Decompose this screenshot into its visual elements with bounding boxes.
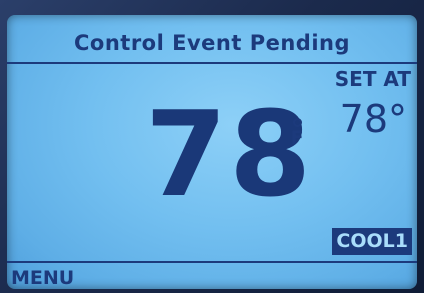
footer-divider bbox=[7, 261, 417, 263]
setpoint-label: SET AT bbox=[334, 67, 411, 91]
menu-softkey-label[interactable]: MENU bbox=[11, 267, 74, 289]
header-divider bbox=[7, 62, 417, 64]
temperature-unit-letter: F bbox=[290, 127, 304, 149]
current-temperature: 78 bbox=[145, 85, 314, 223]
status-title: Control Event Pending bbox=[74, 31, 350, 55]
temperature-unit: F bbox=[289, 118, 305, 148]
setpoint-value: 78° bbox=[339, 97, 407, 141]
mode-badge: COOL1 bbox=[332, 228, 412, 255]
thermostat-bezel: Control Event Pending SET AT 78° 78 F CO… bbox=[0, 0, 424, 293]
degree-symbol-icon bbox=[292, 118, 302, 127]
lcd-screen: Control Event Pending SET AT 78° 78 F CO… bbox=[7, 15, 417, 289]
